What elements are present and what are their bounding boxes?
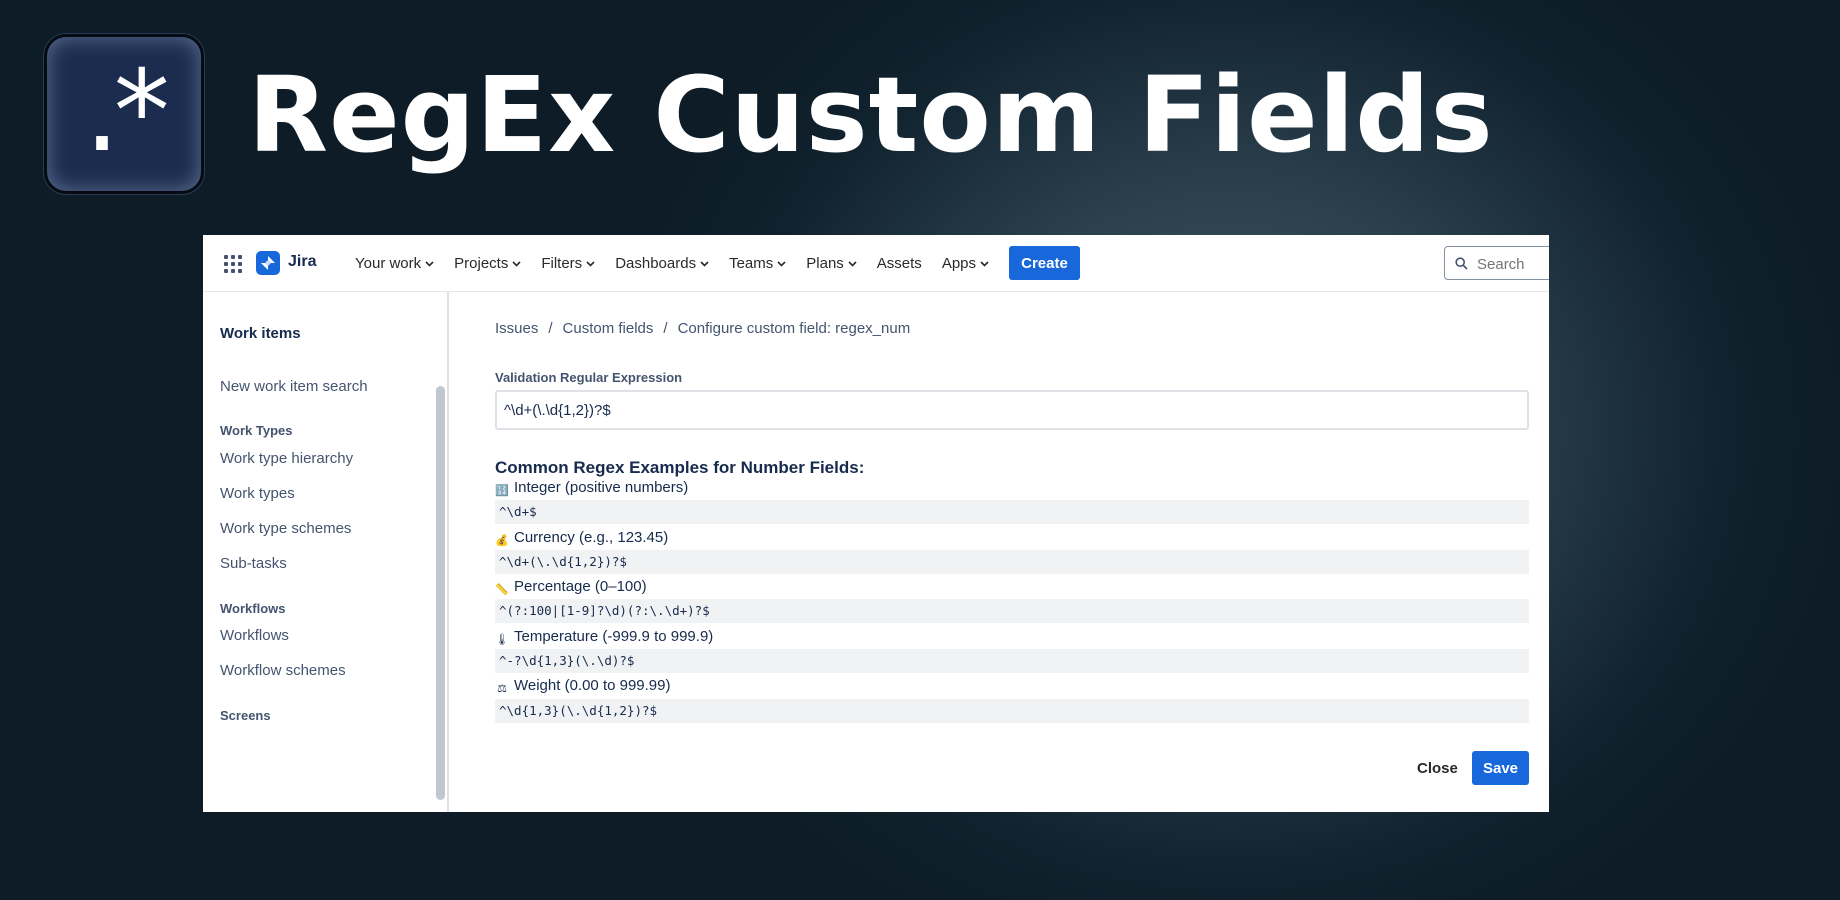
banner-title: RegEx Custom Fields xyxy=(248,54,1494,176)
numbers-icon: 🔢 xyxy=(495,485,509,497)
logo-text: .* xyxy=(84,47,170,177)
sidebar-group-workflows: Workflows xyxy=(220,601,286,616)
nav-dashboards[interactable]: Dashboards xyxy=(605,255,719,272)
nav-teams-label: Teams xyxy=(729,255,774,272)
chevron-down-icon xyxy=(586,261,595,267)
example-weight-label: ⚖ Weight (0.00 to 999.99) xyxy=(495,677,671,696)
example-percentage-label: 📏 Percentage (0–100) xyxy=(495,578,647,597)
chevron-down-icon xyxy=(980,261,989,267)
regex-logo: .* xyxy=(44,34,204,194)
sidebar-item-work-type-hierarchy[interactable]: Work type hierarchy xyxy=(220,450,353,467)
sidebar-item-work-type-schemes[interactable]: Work type schemes xyxy=(220,520,351,537)
example-currency-label: 💰 Currency (e.g., 123.45) xyxy=(495,529,668,548)
nav-filters-label: Filters xyxy=(541,255,583,272)
example-temperature-label: 🌡 Temperature (-999.9 to 999.9) xyxy=(495,628,713,647)
example-label-text: Weight (0.00 to 999.99) xyxy=(514,677,671,694)
chevron-down-icon xyxy=(848,261,857,267)
nav-dashboards-label: Dashboards xyxy=(615,255,697,272)
sidebar-scrollbar-thumb[interactable] xyxy=(436,386,445,800)
nav-apps-label: Apps xyxy=(941,255,977,272)
breadcrumb-custom-fields[interactable]: Custom fields xyxy=(563,320,654,337)
nav-teams[interactable]: Teams xyxy=(719,255,796,272)
sidebar-item-new-work-item-search[interactable]: New work item search xyxy=(220,378,368,395)
example-label-text: Currency (e.g., 123.45) xyxy=(514,529,669,546)
top-navigation: Jira Your work Projects Filters Dashboar… xyxy=(203,235,1549,292)
nav-plans[interactable]: Plans xyxy=(796,255,867,272)
chevron-down-icon xyxy=(777,261,786,267)
breadcrumb-current: Configure custom field: regex_num xyxy=(677,320,911,337)
breadcrumb-separator: / xyxy=(548,320,553,337)
nav-apps[interactable]: Apps xyxy=(932,255,999,272)
money-bag-icon: 💰 xyxy=(495,535,509,547)
nav-assets-label: Assets xyxy=(876,255,922,272)
breadcrumb: Issues / Custom fields / Configure custom fi… xyxy=(495,320,910,337)
nav-filters[interactable]: Filters xyxy=(531,255,605,272)
nav-your-work[interactable]: Your work xyxy=(345,255,444,272)
jira-window: Jira Your work Projects Filters Dashboar… xyxy=(203,235,1549,812)
example-label-text: Integer (positive numbers) xyxy=(514,479,689,496)
sidebar-item-work-types[interactable]: Work types xyxy=(220,485,295,502)
regex-input[interactable] xyxy=(495,390,1529,430)
app-switcher-icon[interactable] xyxy=(224,255,242,273)
sidebar-item-sub-tasks[interactable]: Sub-tasks xyxy=(220,555,287,572)
sidebar-title: Work items xyxy=(220,325,301,342)
jira-logo-icon[interactable] xyxy=(256,251,280,275)
sidebar-group-screens: Screens xyxy=(220,708,271,723)
search-box[interactable] xyxy=(1444,246,1549,280)
balance-scale-icon: ⚖ xyxy=(497,683,507,695)
nav-projects[interactable]: Projects xyxy=(444,255,531,272)
save-button[interactable]: Save xyxy=(1472,751,1529,785)
breadcrumb-separator: / xyxy=(663,320,668,337)
ruler-icon: 📏 xyxy=(495,584,509,596)
app-name[interactable]: Jira xyxy=(288,253,316,271)
sidebar-item-workflows[interactable]: Workflows xyxy=(220,627,289,644)
nav-projects-label: Projects xyxy=(454,255,509,272)
examples-heading: Common Regex Examples for Number Fields: xyxy=(495,458,865,477)
nav-menu: Your work Projects Filters Dashboards Te… xyxy=(345,235,999,292)
example-percentage-pattern: ^(?:100|[1-9]?\d)(?:\.\d+)?$ xyxy=(495,599,1529,623)
example-temperature-pattern: ^-?\d{1,3}(\.\d)?$ xyxy=(495,649,1529,673)
example-integer-pattern: ^\d+$ xyxy=(495,500,1529,524)
main-content: Issues / Custom fields / Configure custom fi… xyxy=(449,292,1549,812)
chevron-down-icon xyxy=(425,261,434,267)
example-currency-pattern: ^\d+(\.\d{1,2})?$ xyxy=(495,550,1529,574)
example-weight-pattern: ^\d{1,3}(\.\d{1,2})?$ xyxy=(495,699,1529,723)
nav-assets[interactable]: Assets xyxy=(867,255,932,272)
search-input[interactable] xyxy=(1475,253,1549,275)
chevron-down-icon xyxy=(700,261,709,267)
create-button[interactable]: Create xyxy=(1009,246,1080,280)
sidebar-group-work-types: Work Types xyxy=(220,423,293,438)
example-integer-label: 🔢 Integer (positive numbers) xyxy=(495,479,688,498)
search-icon xyxy=(1455,257,1468,270)
sidebar-item-workflow-schemes[interactable]: Workflow schemes xyxy=(220,662,346,679)
nav-your-work-label: Your work xyxy=(355,255,422,272)
sidebar: Work items New work item search Work Typ… xyxy=(203,292,449,812)
thermometer-icon: 🌡 xyxy=(495,634,509,646)
example-label-text: Percentage (0–100) xyxy=(514,578,647,595)
example-label-text: Temperature (-999.9 to 999.9) xyxy=(514,628,714,645)
breadcrumb-issues[interactable]: Issues xyxy=(495,320,538,337)
regex-field-label: Validation Regular Expression xyxy=(495,370,683,385)
nav-plans-label: Plans xyxy=(806,255,844,272)
chevron-down-icon xyxy=(512,261,521,267)
close-button[interactable]: Close xyxy=(1411,751,1463,785)
